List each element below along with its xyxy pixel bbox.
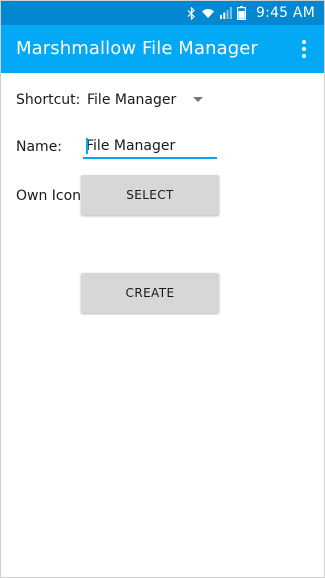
menu-dot — [302, 54, 306, 58]
app-screen: 9:45 AM Marshmallow File Manager Shortcu… — [0, 0, 325, 578]
status-time: 9:45 AM — [256, 5, 315, 21]
own-icon-label: Own Icon: — [16, 188, 86, 204]
app-bar: Marshmallow File Manager — [1, 25, 324, 73]
name-field-container — [83, 135, 217, 159]
more-vert-icon[interactable] — [294, 38, 314, 60]
app-title: Marshmallow File Manager — [16, 38, 258, 59]
dropdown-arrow-icon — [193, 97, 203, 102]
shortcut-dropdown[interactable]: File Manager — [83, 87, 213, 113]
name-label: Name: — [16, 139, 63, 155]
wifi-icon — [201, 7, 215, 19]
name-input[interactable] — [86, 135, 214, 157]
shortcut-label: Shortcut: — [16, 92, 81, 108]
create-button[interactable]: CREATE — [81, 273, 219, 313]
status-bar: 9:45 AM — [1, 1, 324, 25]
signal-icon — [220, 7, 232, 19]
shortcut-selected-value: File Manager — [87, 92, 177, 108]
status-icons — [187, 6, 246, 20]
menu-dot — [302, 40, 306, 44]
text-cursor — [86, 138, 88, 154]
battery-icon — [237, 6, 246, 20]
select-icon-button[interactable]: SELECT — [81, 175, 219, 215]
bluetooth-icon — [187, 6, 196, 20]
menu-dot — [302, 47, 306, 51]
